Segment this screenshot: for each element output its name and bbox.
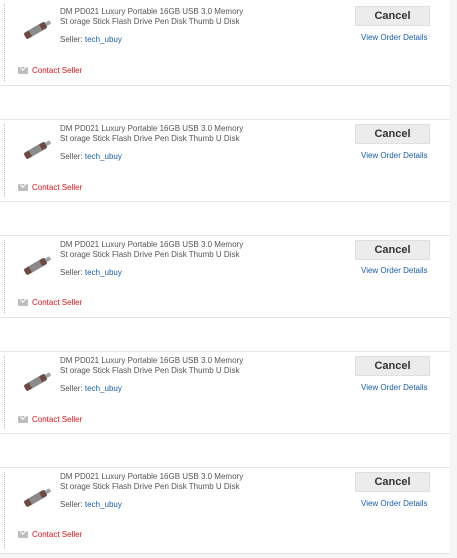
spacer [0, 434, 450, 468]
seller-info: Seller: tech_ubuy [60, 152, 122, 161]
cancel-button[interactable]: Cancel [355, 356, 430, 376]
order-list: DM PD021 Luxury Portable 16GB USB 3.0 Me… [0, 0, 450, 554]
view-order-details-link[interactable]: View Order Details [361, 266, 428, 275]
seller-link[interactable]: tech_ubuy [85, 384, 122, 393]
seller-info: Seller: tech_ubuy [60, 268, 122, 277]
contact-seller-label: Contact Seller [32, 66, 83, 75]
product-title[interactable]: DM PD021 Luxury Portable 16GB USB 3.0 Me… [60, 356, 250, 376]
view-order-details-link[interactable]: View Order Details [361, 33, 428, 42]
spacer [0, 318, 450, 352]
cancel-button[interactable]: Cancel [355, 472, 430, 492]
divider [4, 356, 5, 429]
seller-link[interactable]: tech_ubuy [85, 152, 122, 161]
seller-link[interactable]: tech_ubuy [85, 500, 122, 509]
contact-seller-label: Contact Seller [32, 415, 83, 424]
contact-seller-link[interactable]: Contact Seller [18, 66, 82, 75]
spacer [0, 86, 450, 120]
contact-seller-link[interactable]: Contact Seller [18, 298, 82, 307]
product-title[interactable]: DM PD021 Luxury Portable 16GB USB 3.0 Me… [60, 472, 250, 492]
order-item: DM PD021 Luxury Portable 16GB USB 3.0 Me… [0, 352, 450, 434]
product-title[interactable]: DM PD021 Luxury Portable 16GB USB 3.0 Me… [60, 124, 250, 144]
contact-seller-link[interactable]: Contact Seller [18, 183, 82, 192]
spacer [0, 202, 450, 236]
usb-flash-drive-icon[interactable] [20, 364, 54, 398]
view-order-details-link[interactable]: View Order Details [361, 151, 428, 160]
cancel-button[interactable]: Cancel [355, 240, 430, 260]
seller-label: Seller: [60, 500, 83, 509]
order-item: DM PD021 Luxury Portable 16GB USB 3.0 Me… [0, 468, 450, 554]
seller-label: Seller: [60, 152, 83, 161]
contact-seller-link[interactable]: Contact Seller [18, 530, 82, 539]
product-title[interactable]: DM PD021 Luxury Portable 16GB USB 3.0 Me… [60, 240, 250, 260]
mail-icon [18, 416, 28, 423]
contact-seller-label: Contact Seller [32, 298, 83, 307]
cancel-button[interactable]: Cancel [355, 6, 430, 26]
cancel-button[interactable]: Cancel [355, 124, 430, 144]
view-order-details-link[interactable]: View Order Details [361, 499, 428, 508]
product-title[interactable]: DM PD021 Luxury Portable 16GB USB 3.0 Me… [60, 7, 250, 27]
usb-flash-drive-icon[interactable] [20, 132, 54, 166]
seller-info: Seller: tech_ubuy [60, 35, 122, 44]
contact-seller-label: Contact Seller [32, 530, 83, 539]
seller-label: Seller: [60, 268, 83, 277]
divider [4, 124, 5, 197]
divider [4, 472, 5, 549]
order-item: DM PD021 Luxury Portable 16GB USB 3.0 Me… [0, 120, 450, 202]
usb-flash-drive-icon[interactable] [20, 12, 54, 46]
seller-link[interactable]: tech_ubuy [85, 35, 122, 44]
seller-label: Seller: [60, 35, 83, 44]
divider [4, 240, 5, 313]
seller-link[interactable]: tech_ubuy [85, 268, 122, 277]
divider [4, 4, 5, 81]
seller-info: Seller: tech_ubuy [60, 384, 122, 393]
mail-icon [18, 531, 28, 538]
seller-label: Seller: [60, 384, 83, 393]
usb-flash-drive-icon[interactable] [20, 480, 54, 514]
view-order-details-link[interactable]: View Order Details [361, 383, 428, 392]
mail-icon [18, 299, 28, 306]
usb-flash-drive-icon[interactable] [20, 248, 54, 282]
contact-seller-link[interactable]: Contact Seller [18, 415, 82, 424]
mail-icon [18, 184, 28, 191]
contact-seller-label: Contact Seller [32, 183, 83, 192]
order-item: DM PD021 Luxury Portable 16GB USB 3.0 Me… [0, 236, 450, 318]
seller-info: Seller: tech_ubuy [60, 500, 122, 509]
order-item: DM PD021 Luxury Portable 16GB USB 3.0 Me… [0, 0, 450, 86]
mail-icon [18, 67, 28, 74]
